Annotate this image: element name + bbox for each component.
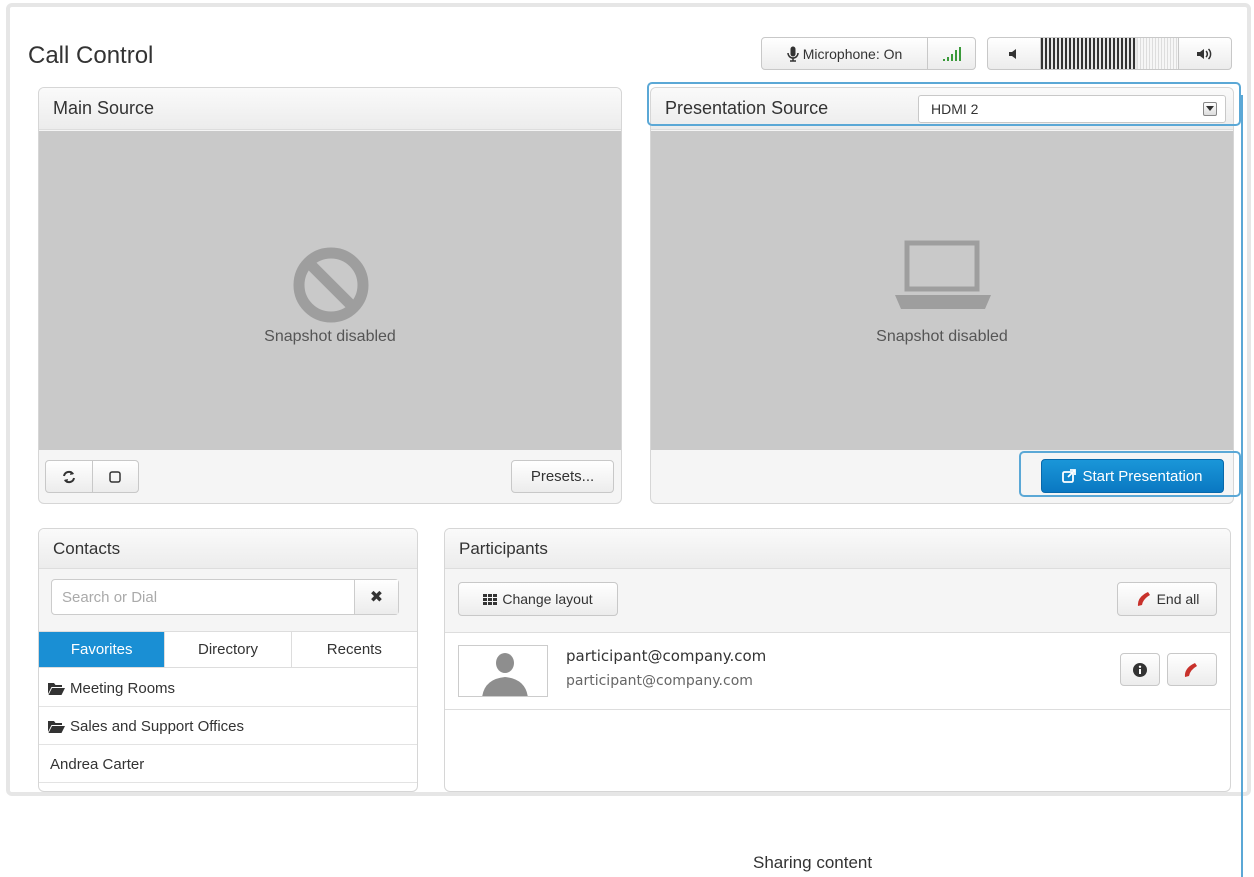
contacts-title: Contacts xyxy=(39,529,417,569)
participant-hang-up-button[interactable] xyxy=(1167,653,1217,686)
close-icon: ✖ xyxy=(369,589,384,606)
volume-down-button[interactable] xyxy=(988,38,1040,69)
folder-icon xyxy=(48,720,65,733)
tab-directory[interactable]: Directory xyxy=(165,632,292,667)
change-layout-button[interactable]: Change layout xyxy=(458,582,618,616)
participant-name: participant@company.com xyxy=(566,647,767,665)
clear-search-button[interactable]: ✖ xyxy=(354,580,398,614)
main-source-snapshot: Snapshot disabled xyxy=(39,131,621,450)
microphone-control: Microphone: On xyxy=(761,37,976,70)
change-layout-label: Change layout xyxy=(502,591,593,607)
contact-folder-meeting-rooms[interactable]: Meeting Rooms xyxy=(39,670,417,707)
refresh-button[interactable] xyxy=(46,461,93,492)
list-item-label: Andrea Carter xyxy=(50,755,145,773)
hang-up-icon xyxy=(1184,662,1197,677)
presentation-source-panel: Presentation Source Snapshot disabled xyxy=(650,87,1234,504)
end-all-label: End all xyxy=(1156,591,1200,607)
volume-control xyxy=(987,37,1232,70)
laptop-icon xyxy=(895,240,991,309)
hang-up-icon xyxy=(1137,592,1150,606)
refresh-icon xyxy=(62,470,75,483)
presentation-snapshot: Snapshot disabled xyxy=(651,131,1233,450)
contacts-tabs: Favorites Directory Recents xyxy=(39,631,417,668)
grid-icon xyxy=(483,593,498,605)
volume-up-button[interactable] xyxy=(1179,38,1231,69)
participant-row: participant@company.com participant@comp… xyxy=(445,633,1230,710)
folder-icon xyxy=(48,682,65,695)
volume-level-fill xyxy=(1041,38,1137,69)
microphone-button[interactable]: Microphone: On xyxy=(762,38,927,69)
blocked-icon xyxy=(293,247,369,323)
avatar xyxy=(458,645,548,697)
contact-folder-sales-support[interactable]: Sales and Support Offices xyxy=(39,708,417,745)
list-item-label: Meeting Rooms xyxy=(70,679,176,697)
participants-title: Participants xyxy=(445,529,1230,569)
microphone-label: Microphone: On xyxy=(802,45,903,62)
search-input[interactable] xyxy=(52,580,354,614)
participant-address: participant@company.com xyxy=(566,673,753,689)
list-item-label: Sales and Support Offices xyxy=(70,717,244,735)
sharing-content-caption: Sharing content xyxy=(753,853,873,872)
volume-slider[interactable] xyxy=(1040,38,1179,69)
page-title: Call Control xyxy=(28,42,154,69)
info-icon xyxy=(1133,662,1147,677)
fullscreen-button[interactable] xyxy=(93,461,139,492)
volume-down-icon xyxy=(1009,48,1016,59)
main-source-title: Main Source xyxy=(39,88,621,130)
presets-button[interactable]: Presets... xyxy=(511,460,614,493)
end-all-button[interactable]: End all xyxy=(1117,582,1217,616)
participant-info-button[interactable] xyxy=(1120,653,1160,686)
main-source-panel: Main Source Snapshot disabled Presets... xyxy=(38,87,622,504)
main-source-camera-buttons xyxy=(45,460,139,493)
tab-favorites[interactable]: Favorites xyxy=(39,632,166,667)
main-snapshot-text: Snapshot disabled xyxy=(264,328,396,345)
microphone-icon xyxy=(786,46,799,62)
contacts-search: ✖ xyxy=(51,579,399,615)
person-icon xyxy=(482,653,528,696)
contact-andrea-carter[interactable]: Andrea Carter xyxy=(39,746,417,783)
start-presentation-callout xyxy=(1019,451,1241,497)
callout-leader-line xyxy=(1241,95,1243,877)
square-icon xyxy=(109,470,121,483)
presentation-snapshot-text: Snapshot disabled xyxy=(876,328,1008,345)
signal-bars-icon xyxy=(942,46,961,61)
volume-up-icon xyxy=(1197,47,1212,60)
mic-level-indicator xyxy=(927,38,975,69)
presentation-source-callout xyxy=(647,82,1241,126)
tab-recents[interactable]: Recents xyxy=(292,632,417,667)
